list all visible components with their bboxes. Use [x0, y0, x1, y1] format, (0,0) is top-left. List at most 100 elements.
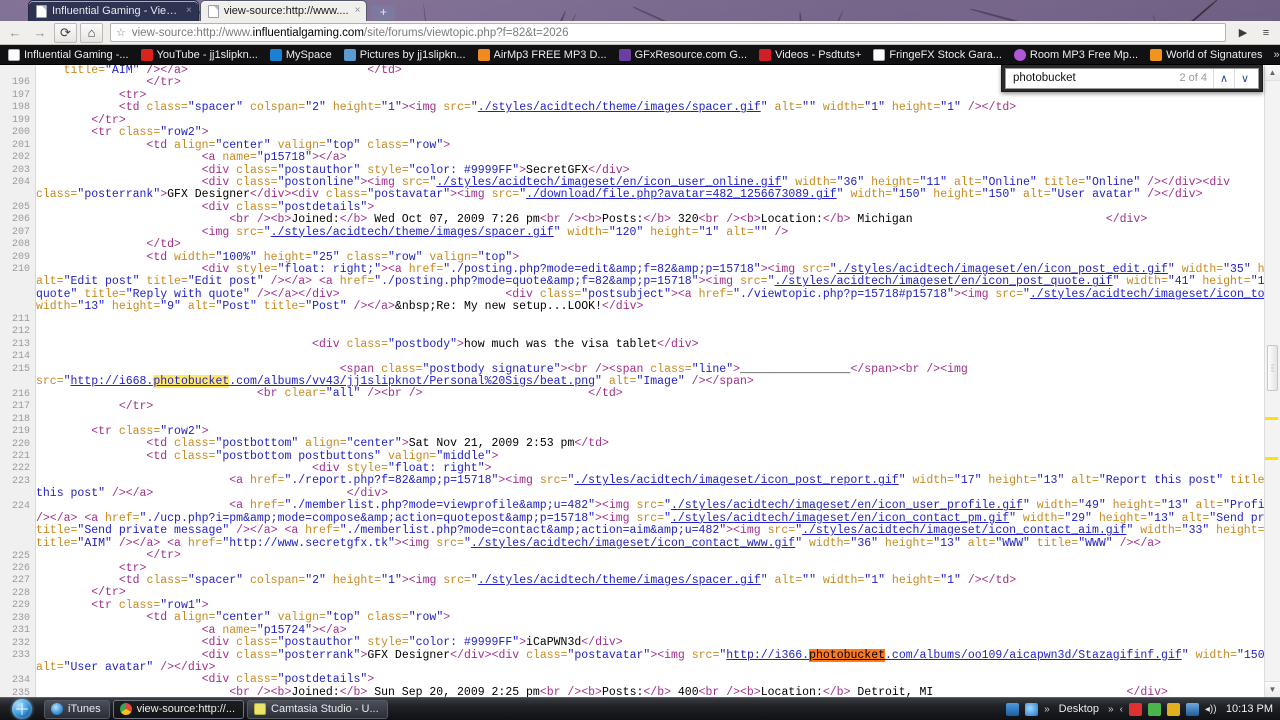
code-token: /></a> — [346, 300, 395, 314]
code-token: " — [553, 225, 561, 239]
line-number: 230 — [11, 612, 30, 624]
taskbar-button-2[interactable]: Camtasia Studio - U... — [247, 699, 388, 719]
code-token: height= — [325, 573, 382, 587]
bookmark-item-8[interactable]: Room MP3 Free Mp... — [1008, 47, 1144, 63]
taskbar-button-1[interactable]: view-source:http://... — [112, 699, 245, 719]
code-token[interactable]: ./styles/acidtech/theme/images/spacer.gi… — [271, 226, 554, 239]
bookmark-item-0[interactable]: Influential Gaming -... — [2, 47, 135, 63]
bookmark-item-6[interactable]: Videos - Psdtuts+ — [753, 47, 867, 63]
bookmark-item-9[interactable]: World of Signatures — [1144, 47, 1268, 63]
volume-icon[interactable]: ◂)) — [1205, 703, 1218, 716]
code-token: class= — [381, 362, 423, 376]
find-input[interactable]: photobucket — [1013, 72, 1179, 84]
bookmark-label: GFxResource.com G... — [634, 48, 748, 61]
code-token: "29" — [1064, 511, 1092, 525]
code-token: height= — [878, 536, 934, 550]
find-highlight[interactable]: photobucket — [809, 648, 886, 662]
tab-label: view-source:http://www.... — [223, 5, 349, 17]
code-token[interactable]: ./styles/acidtech/imageset/en/icon_post_… — [775, 275, 1113, 288]
go-button[interactable]: ▶ — [1233, 24, 1253, 42]
tray-app-a-icon[interactable] — [1128, 702, 1142, 716]
code-token[interactable]: ./styles/acidtech/imageset/en/icon_post_… — [837, 263, 1168, 276]
code-token[interactable]: ./styles/acidtech/imageset/icon_topic_la… — [1030, 288, 1280, 301]
code-token: ><img — [450, 188, 492, 202]
code-token: src= — [401, 175, 430, 189]
code-token: style= — [360, 636, 409, 650]
network-icon[interactable] — [1185, 702, 1199, 716]
code-token: alt= — [180, 300, 216, 314]
code-token[interactable]: ./styles/acidtech/imageset/icon_post_rep… — [574, 474, 898, 487]
bookmark-label: Pictures by jj1slipkn... — [359, 48, 466, 61]
bookmark-favicon-icon — [759, 48, 772, 61]
forward-button[interactable]: → — [29, 23, 51, 43]
code-token: "top" — [325, 611, 361, 625]
code-token[interactable]: ./styles/acidtech/imageset/icon_contact_… — [471, 537, 795, 550]
code-token[interactable]: http://i366. — [726, 649, 809, 662]
source-line: width="13" height="9" alt="Post" title="… — [36, 301, 1280, 313]
tab-close-icon[interactable]: × — [355, 6, 361, 16]
scroll-down-arrow[interactable]: ▼ — [1265, 681, 1280, 697]
code-token: <div — [312, 462, 347, 476]
bookmark-item-2[interactable]: MySpace — [264, 47, 338, 63]
tray-app-b-icon[interactable] — [1147, 702, 1161, 716]
scroll-up-arrow[interactable]: ▲ — [1265, 65, 1280, 82]
menu-button[interactable]: ≡ — [1256, 24, 1276, 42]
bookmark-item-5[interactable]: GFxResource.com G... — [613, 47, 753, 63]
bookmark-item-1[interactable]: YouTube - jj1slipkn... — [135, 47, 264, 63]
source-code-view[interactable]: title="AIM" /></a> </td> </tr> <tr> <td … — [36, 65, 1280, 697]
code-token[interactable]: ./styles/acidtech/imageset/en/icon_user_… — [671, 499, 1023, 512]
code-token: "Edit post" — [63, 275, 140, 289]
code-token[interactable]: .com/albums/oo109/aicapwn3d/Stazagifinf.… — [885, 649, 1182, 662]
code-token: " — [1009, 511, 1017, 525]
code-token: "150" — [891, 188, 927, 202]
bookmark-item-7[interactable]: FringeFX Stock Gara... — [867, 47, 1007, 63]
scrollbar-thumb[interactable] — [1267, 345, 1278, 392]
bookmark-item-4[interactable]: AirMp3 FREE MP3 D... — [472, 47, 613, 63]
code-token: <span — [608, 362, 651, 376]
tray-overflow2-icon[interactable]: » — [1108, 704, 1114, 715]
line-number: 196 — [11, 77, 30, 89]
reload-button[interactable]: ⟳ — [54, 22, 77, 43]
tray-app-c-icon[interactable] — [1166, 702, 1180, 716]
find-previous-button[interactable]: ∧ — [1213, 68, 1234, 88]
tray-overflow-icon[interactable]: » — [1044, 704, 1050, 715]
taskbar-button-0[interactable]: iTunes — [44, 699, 110, 719]
browser-tab-0[interactable]: Influential Gaming - View... × — [28, 0, 199, 21]
bookmark-star-icon[interactable]: ☆ — [116, 26, 126, 39]
scrollbar-find-mark — [1265, 417, 1278, 421]
code-token[interactable]: ./download/file.php?avatar=482_125667308… — [526, 188, 837, 201]
code-token: "./ucp.php?i=pm&amp;mode=compose&amp;act… — [139, 511, 596, 525]
desktop-toolbar-label[interactable]: Desktop — [1056, 703, 1102, 715]
code-token[interactable]: .com/albums/vv43/jj1slipknot/Personal%20… — [229, 375, 595, 388]
back-button[interactable]: ← — [4, 23, 26, 43]
browser-tab-1[interactable]: view-source:http://www.... × — [199, 0, 368, 21]
code-token[interactable]: ./styles/acidtech/imageset/en/icon_conta… — [671, 512, 1009, 525]
source-line — [36, 413, 1280, 425]
source-line: <td class="spacer" colspan="2" height="1… — [36, 573, 1280, 587]
code-token[interactable]: ./styles/acidtech/theme/images/spacer.gi… — [478, 574, 761, 587]
find-input-wrap[interactable]: photobucket 2 of 4 ∧ ∨ — [1005, 67, 1259, 89]
code-token[interactable]: ./styles/acidtech/imageset/icon_contact_… — [802, 524, 1126, 537]
taskbar-clock[interactable]: 10:13 PM — [1226, 703, 1273, 715]
code-token[interactable]: ./styles/acidtech/imageset/en/icon_user_… — [436, 176, 781, 189]
internet-explorer-icon[interactable] — [1025, 702, 1039, 716]
code-token[interactable]: ./styles/acidtech/theme/images/spacer.gi… — [478, 101, 761, 114]
code-token: width= — [560, 225, 609, 239]
code-token[interactable]: http://i668. — [71, 375, 154, 388]
new-tab-button[interactable]: + — [371, 5, 396, 20]
code-token: alt= — [719, 225, 754, 239]
bookmarks-overflow-icon[interactable]: » — [1268, 49, 1280, 61]
find-next-button[interactable]: ∨ — [1234, 68, 1255, 88]
tab-close-icon[interactable]: × — [186, 6, 192, 16]
vertical-scrollbar[interactable]: ▲ ▼ — [1264, 65, 1280, 697]
home-button[interactable]: ⌂ — [80, 22, 103, 43]
show-desktop-icon[interactable] — [1006, 702, 1020, 716]
find-highlight[interactable]: photobucket — [153, 374, 230, 388]
bookmark-item-3[interactable]: Pictures by jj1slipkn... — [338, 47, 472, 63]
line-number: 205 — [11, 201, 30, 213]
tray-expand-arrow-icon[interactable]: ‹ — [1120, 704, 1123, 715]
start-button[interactable] — [0, 698, 44, 720]
line-number: 217 — [11, 401, 30, 413]
address-bar[interactable]: ☆ view-source:http://www. influentialgami… — [110, 23, 1226, 43]
